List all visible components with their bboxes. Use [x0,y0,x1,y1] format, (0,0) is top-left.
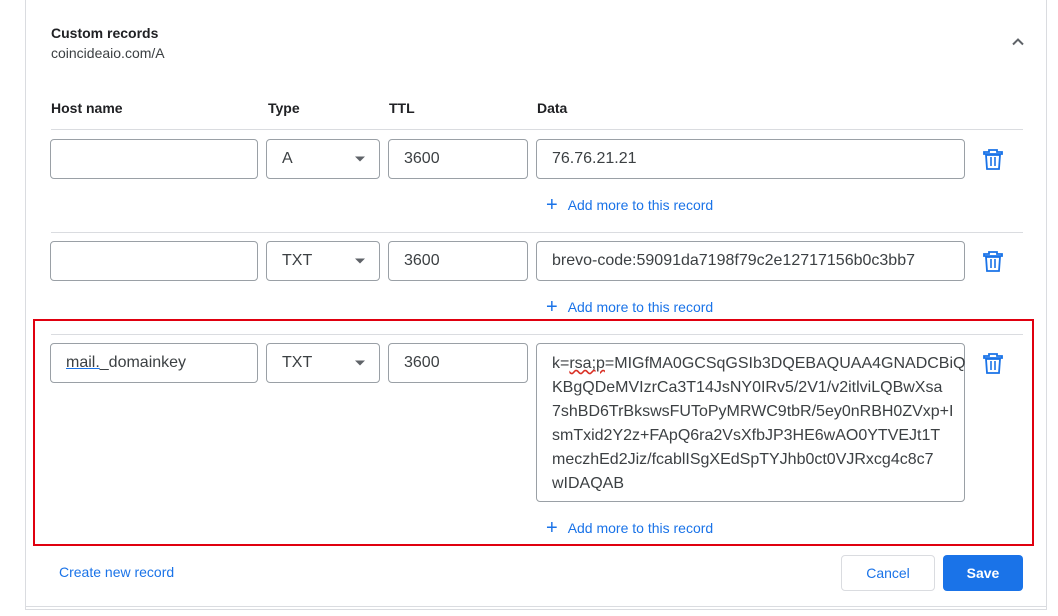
data-text: k=rsa;p=MIGfMA0GCSqGSIb3DQEBAQUAA4GNADCB… [552,352,965,496]
column-header-ttl: TTL [389,100,415,116]
data-input[interactable]: brevo-code:59091da7198f79c2e12717156b0c3… [536,241,965,281]
card-bottom-border [25,606,1047,607]
delete-icon[interactable] [983,148,1003,170]
ttl-input[interactable]: 3600 [388,139,528,179]
delete-icon[interactable] [983,352,1003,374]
row-divider [51,129,1023,130]
save-button[interactable]: Save [943,555,1023,591]
add-more-to-record-link[interactable]: + Add more to this record [546,296,714,318]
type-select-value: TXT [282,252,313,269]
add-more-to-record-link[interactable]: + Add more to this record [546,517,714,539]
type-select[interactable]: TXT [266,343,380,383]
delete-icon[interactable] [983,250,1003,272]
add-more-label: Add more to this record [567,197,714,213]
dropdown-arrow-icon [355,156,365,162]
ttl-input[interactable]: 3600 [388,241,528,281]
chevron-up-icon[interactable] [1008,32,1028,52]
cancel-button[interactable]: Cancel [841,555,935,591]
data-text-prefix: k= [552,355,570,372]
type-select-value: TXT [282,354,313,371]
host-name-input[interactable]: mail. _domainkey [50,343,258,383]
plus-icon: + [546,517,558,539]
plus-icon: + [546,296,558,318]
section-title: Custom records [51,25,159,41]
create-new-record-link[interactable]: Create new record [59,564,174,580]
plus-icon: + [546,194,558,216]
host-name-suffix: _domainkey [99,354,187,371]
data-text-rest: =MIGfMA0GCSqGSIb3DQEBAQUAA4GNADCBiQ KBgQ… [552,355,966,492]
type-select[interactable]: TXT [266,241,380,281]
row-divider [51,232,1023,233]
add-more-to-record-link[interactable]: + Add more to this record [546,194,714,216]
host-name-prefix: mail. [66,354,100,371]
add-more-label: Add more to this record [567,299,714,315]
add-more-label: Add more to this record [567,520,714,536]
type-select[interactable]: A [266,139,380,179]
section-subtitle: coincideaio.com/A [51,45,165,61]
dropdown-arrow-icon [355,258,365,264]
type-select-value: A [282,150,293,167]
data-text-misspelled: rsa;p [569,355,605,372]
host-name-input[interactable] [50,139,258,179]
column-header-data: Data [537,100,568,116]
column-header-host: Host name [51,100,123,116]
data-input[interactable]: 76.76.21.21 [536,139,965,179]
data-textarea[interactable]: k=rsa;p=MIGfMA0GCSqGSIb3DQEBAQUAA4GNADCB… [536,343,965,502]
ttl-input[interactable]: 3600 [388,343,528,383]
host-name-input[interactable] [50,241,258,281]
column-header-type: Type [268,100,300,116]
dropdown-arrow-icon [355,360,365,366]
